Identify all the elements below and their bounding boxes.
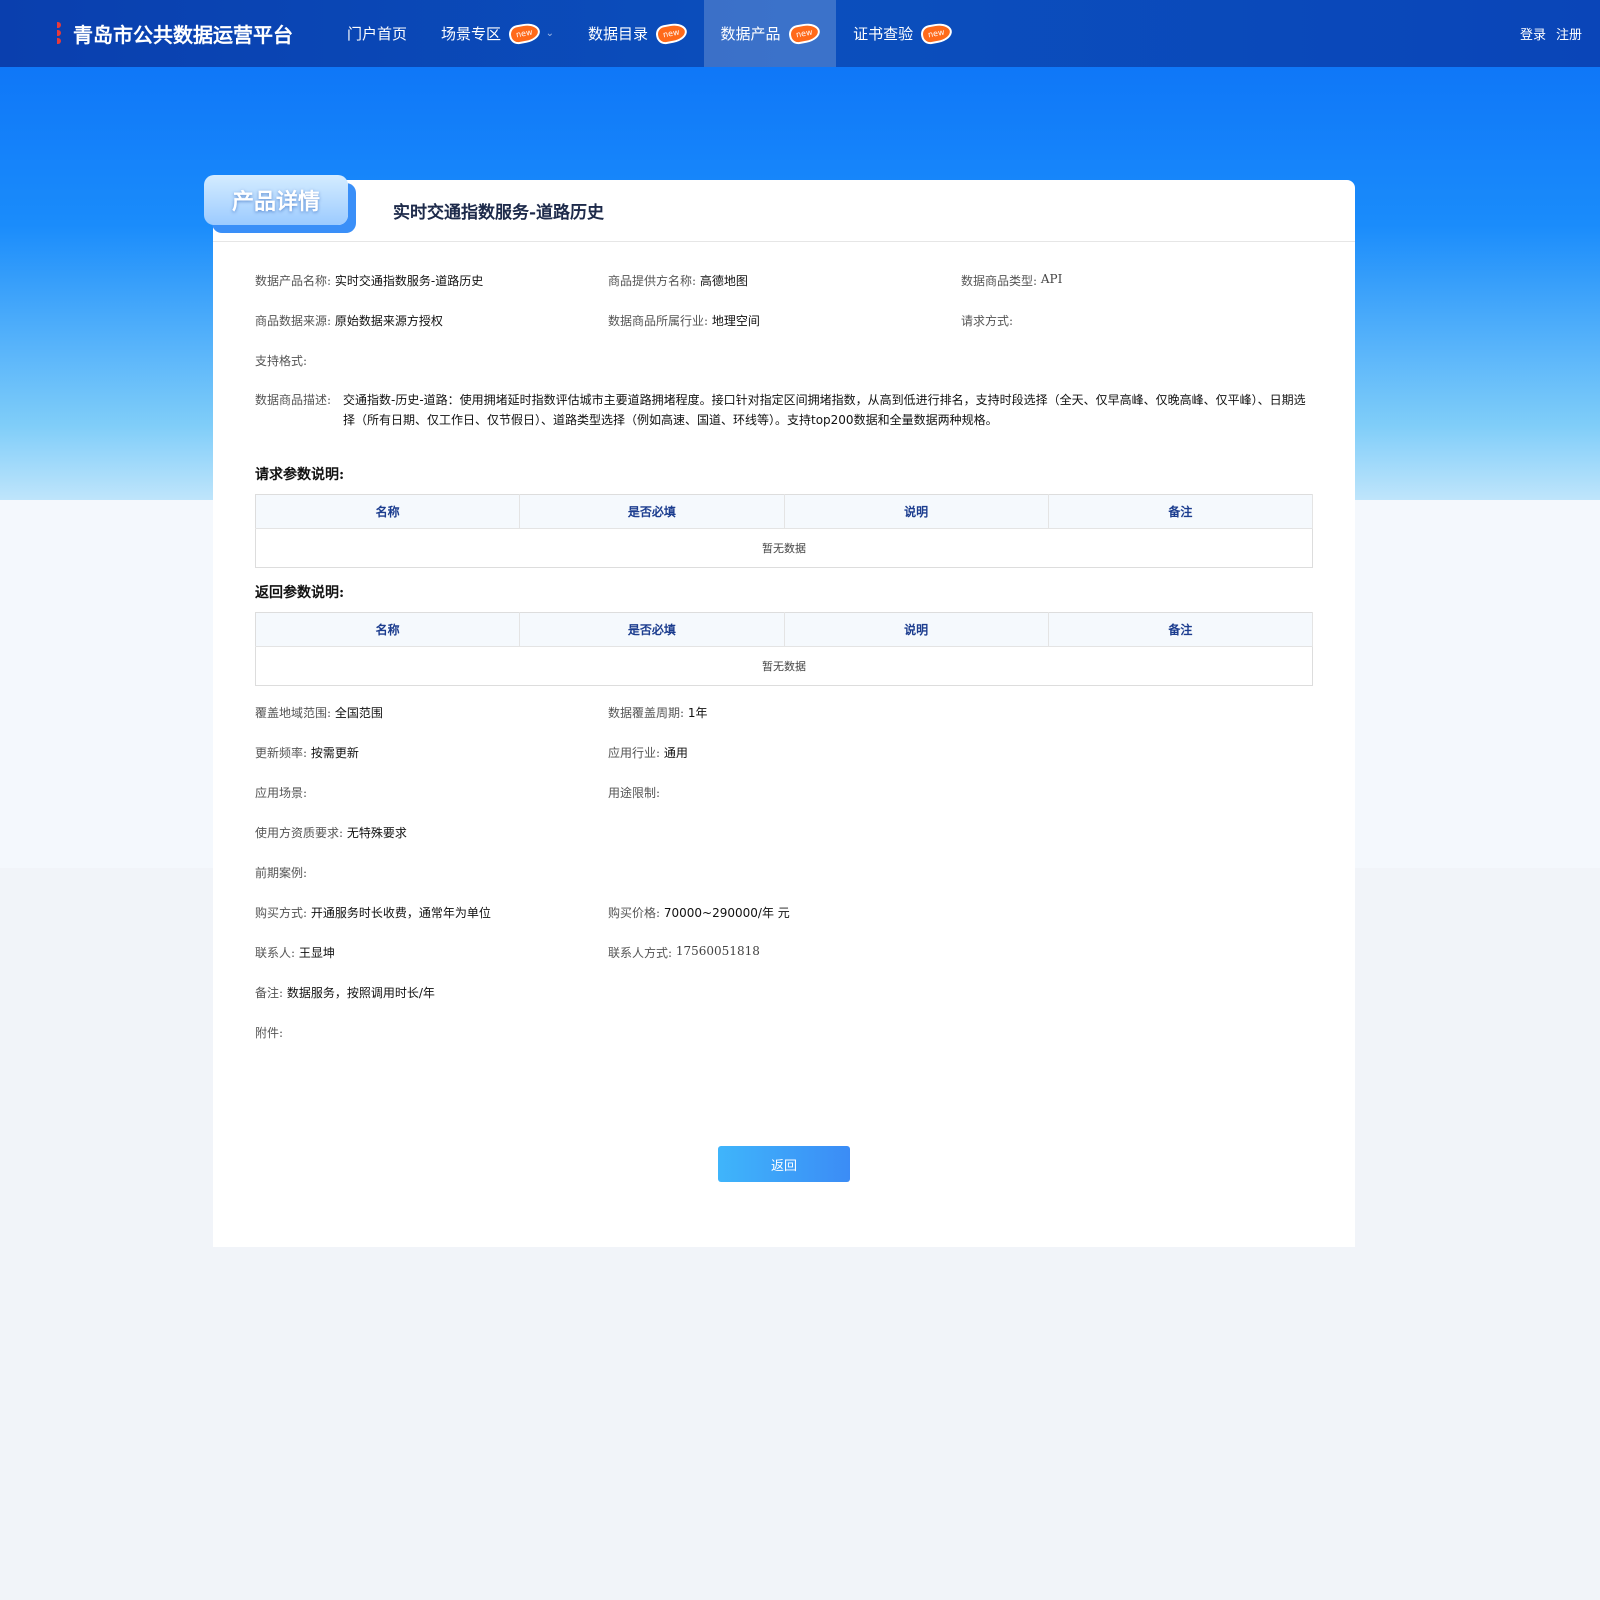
- field-method: 请求方式:: [961, 312, 1013, 329]
- request-params-table: 名称 是否必填 说明 备注 暂无数据: [255, 494, 1314, 568]
- field-cases: 前期案例:: [255, 864, 307, 881]
- login-link[interactable]: 登录: [1520, 24, 1546, 43]
- field-scene: 应用场景:: [255, 784, 608, 801]
- label: 支持格式:: [255, 353, 308, 368]
- value: 实时交通指数服务-道路历史: [334, 273, 484, 288]
- label: 用途限制:: [608, 785, 661, 800]
- label: 购买价格:: [608, 905, 661, 920]
- field-limit: 用途限制:: [608, 784, 660, 801]
- empty-state: 暂无数据: [762, 542, 806, 555]
- col-required: 是否必填: [519, 612, 785, 647]
- col-name: 名称: [255, 612, 521, 647]
- field-type: 数据商品类型: API: [961, 272, 1062, 289]
- value: 通用: [663, 745, 688, 760]
- field-buy: 购买方式: 开通服务时长收费，通常年为单位: [255, 904, 608, 921]
- label: 更新频率:: [255, 745, 308, 760]
- label: 请求方式:: [961, 313, 1014, 328]
- nav-products[interactable]: 数据产品 new: [703, 0, 837, 67]
- register-link[interactable]: 注册: [1556, 24, 1582, 43]
- brand[interactable]: 青岛市公共数据运营平台: [35, 19, 330, 48]
- request-params-heading: 请求参数说明:: [255, 467, 345, 483]
- new-badge-icon: new: [787, 21, 821, 46]
- col-name: 名称: [255, 494, 521, 529]
- value: 无特殊要求: [346, 825, 407, 840]
- field-name: 数据产品名称: 实时交通指数服务-道路历史: [255, 272, 608, 289]
- label: 商品数据来源:: [255, 313, 332, 328]
- field-provider: 商品提供方名称: 高德地图: [608, 272, 961, 289]
- new-badge-icon: new: [654, 21, 688, 46]
- logo-icon: [35, 20, 65, 48]
- label: 应用场景:: [255, 785, 308, 800]
- field-region: 覆盖地域范围: 全国范围: [255, 704, 608, 721]
- value: 交通指数-历史-道路：使用拥堵延时指数评估城市主要道路拥堵程度。接口针对指定区间…: [343, 393, 1306, 427]
- label: 备注:: [255, 985, 284, 1000]
- response-params-table: 名称 是否必填 说明 备注 暂无数据: [255, 612, 1314, 686]
- label: 数据商品所属行业:: [608, 313, 709, 328]
- nav-cert[interactable]: 证书查验 new: [836, 0, 969, 67]
- label: 前期案例:: [255, 865, 308, 880]
- nav-label: 场景专区: [441, 25, 502, 43]
- product-detail-card: 实时交通指数服务-道路历史 数据产品名称: 实时交通指数服务-道路历史 商品提供…: [213, 180, 1355, 1247]
- value: 开通服务时长收费，通常年为单位: [310, 905, 491, 920]
- product-title: 实时交通指数服务-道路历史: [213, 180, 1355, 242]
- field-freq: 更新频率: 按需更新: [255, 744, 608, 761]
- field-format: 支持格式:: [255, 352, 307, 369]
- value: 数据服务，按照调用时长/年: [286, 985, 435, 1000]
- value: API: [1040, 271, 1063, 286]
- label: 商品提供方名称:: [608, 273, 697, 288]
- col-desc: 说明: [784, 494, 1049, 529]
- value: 按需更新: [310, 745, 359, 760]
- label: 联系人方式:: [608, 945, 673, 960]
- value: 高德地图: [699, 273, 748, 288]
- field-period: 数据覆盖周期: 1年: [608, 704, 708, 721]
- col-required: 是否必填: [519, 494, 785, 529]
- label: 数据产品名称:: [255, 273, 332, 288]
- back-button[interactable]: 返回: [718, 1146, 850, 1182]
- label: 数据商品类型:: [961, 273, 1038, 288]
- nav-label: 证书查验: [853, 25, 914, 43]
- field-price: 购买价格: 70000~290000/年 元: [608, 904, 790, 921]
- label: 附件:: [255, 1025, 284, 1040]
- field-note: 备注: 数据服务，按照调用时长/年: [255, 984, 435, 1001]
- value: 1年: [687, 705, 708, 720]
- value: 70000~290000/年 元: [663, 905, 790, 920]
- value: 17560051818: [675, 943, 760, 958]
- nav-label: 门户首页: [347, 25, 408, 43]
- field-desc: 数据商品描述: 交通指数-历史-道路：使用拥堵延时指数评估城市主要道路拥堵程度。接…: [255, 390, 1313, 430]
- nav-label: 数据目录: [587, 25, 648, 43]
- label: 覆盖地域范围:: [255, 705, 332, 720]
- label: 购买方式:: [255, 905, 308, 920]
- brand-name: 青岛市公共数据运营平台: [73, 23, 293, 47]
- value: 全国范围: [334, 705, 383, 720]
- value: 地理空间: [711, 313, 760, 328]
- nav-label: 数据产品: [720, 25, 781, 43]
- label: 使用方资质要求:: [255, 825, 344, 840]
- field-qual: 使用方资质要求: 无特殊要求: [255, 824, 407, 841]
- top-nav: 青岛市公共数据运营平台 门户首页 场景专区 new ⌄ 数据目录 new 数据产品 ne…: [0, 0, 1600, 67]
- product-detail-badge: 产品详情: [204, 175, 348, 225]
- field-phone: 联系人方式: 17560051818: [608, 944, 760, 961]
- field-source: 商品数据来源: 原始数据来源方授权: [255, 312, 608, 329]
- field-industry: 数据商品所属行业: 地理空间: [608, 312, 961, 329]
- new-badge-icon: new: [919, 21, 954, 46]
- nav-home[interactable]: 门户首页: [330, 0, 424, 67]
- field-contact: 联系人: 王显坤: [255, 944, 608, 961]
- col-desc: 说明: [784, 612, 1049, 647]
- new-badge-icon: new: [507, 21, 541, 46]
- label: 数据覆盖周期:: [608, 705, 685, 720]
- label: 应用行业:: [608, 745, 661, 760]
- response-params-heading: 返回参数说明:: [255, 585, 345, 601]
- empty-state: 暂无数据: [762, 660, 806, 673]
- nav-catalog[interactable]: 数据目录 new: [571, 0, 704, 67]
- value: 原始数据来源方授权: [334, 313, 443, 328]
- value: 王显坤: [298, 945, 335, 960]
- label: 数据商品描述:: [255, 393, 332, 407]
- nav-scenes[interactable]: 场景专区 new ⌄: [424, 0, 571, 67]
- field-app-industry: 应用行业: 通用: [608, 744, 688, 761]
- chevron-down-icon: ⌄: [545, 28, 554, 39]
- field-attach: 附件:: [255, 1024, 283, 1041]
- label: 联系人:: [255, 945, 296, 960]
- col-note: 备注: [1048, 612, 1314, 647]
- col-note: 备注: [1048, 494, 1314, 529]
